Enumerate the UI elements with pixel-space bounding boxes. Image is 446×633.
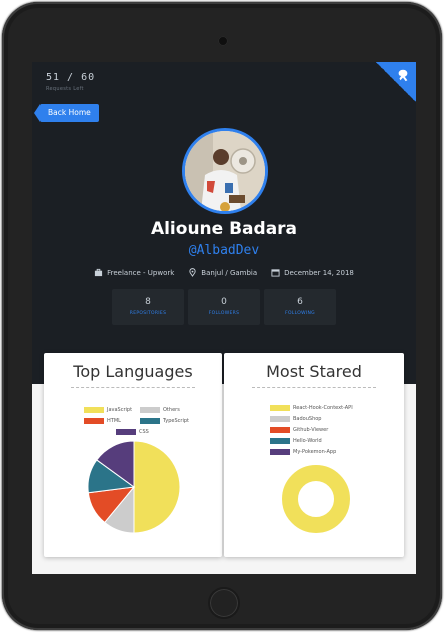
stats-row: 8 REPOSITORIES 0 FOLLOWERS 6 FOLLOWING <box>32 289 416 325</box>
languages-pie-chart <box>87 440 181 534</box>
legend-item[interactable]: CSS <box>116 429 149 435</box>
legend-swatch <box>140 418 160 424</box>
legend-swatch <box>270 438 290 444</box>
legend-label: Github-Viewer <box>293 427 329 433</box>
stat-followers: 0 FOLLOWERS <box>188 289 260 325</box>
chart-slice[interactable] <box>282 465 350 533</box>
stat-value: 8 <box>145 297 151 307</box>
meta-joined-text: December 14, 2018 <box>284 268 354 277</box>
legend-item[interactable]: React-Hook-Context-API <box>270 405 353 411</box>
chart-legend: React-Hook-Context-API BadouShop Github-Vi… <box>224 403 404 463</box>
legend-label: Others <box>163 407 180 413</box>
legend-label: React-Hook-Context-API <box>293 405 353 411</box>
calendar-icon <box>271 269 280 277</box>
rate-limit-label: Requests Left <box>46 86 84 92</box>
profile-handle[interactable]: @AlbadDev <box>32 243 416 258</box>
profile-name: Alioune Badara <box>150 219 298 239</box>
legend-item[interactable]: Hello-World <box>270 438 322 444</box>
legend-label: HTML <box>107 418 121 424</box>
stat-value: 6 <box>297 297 303 307</box>
screen: 51 / 60 Requests Left Back Home Alioune … <box>32 62 416 574</box>
most-stared-card: Most Stared React-Hook-Context-API BadouS… <box>224 353 404 557</box>
legend-swatch <box>84 418 104 424</box>
legend-label: Hello-World <box>293 438 322 444</box>
chart-title: Top Languages <box>73 362 193 381</box>
meta-location-text: Banjul / Gambia <box>201 268 258 277</box>
profile-meta: Freelance - Upwork Banjul / Gambia Decem… <box>32 268 416 277</box>
top-languages-card: Top Languages JavaScript Others HTML TypeSc… <box>44 353 222 557</box>
meta-company-text: Freelance - Upwork <box>107 268 175 277</box>
legend-label: JavaScript <box>107 407 133 413</box>
avatar <box>182 128 268 214</box>
meta-location: Banjul / Gambia <box>188 268 257 277</box>
legend-item[interactable]: My-Pokemon-App <box>270 449 336 455</box>
stat-following: 6 FOLLOWING <box>264 289 336 325</box>
legend-label: My-Pokemon-App <box>293 449 337 455</box>
meta-joined: December 14, 2018 <box>271 268 354 277</box>
legend-item[interactable]: TypeScript <box>140 418 189 424</box>
meta-company: Freelance - Upwork <box>94 268 174 277</box>
tablet-frame: 51 / 60 Requests Left Back Home Alioune … <box>2 2 442 630</box>
stat-repositories: 8 REPOSITORIES <box>112 289 184 325</box>
divider <box>71 387 195 388</box>
briefcase-icon <box>95 268 103 277</box>
legend-label: BadouShop <box>293 416 322 422</box>
stat-label: REPOSITORIES <box>129 311 167 316</box>
map-pin-icon <box>189 268 196 277</box>
rate-limit: 51 / 60 Requests Left <box>46 72 95 92</box>
legend-swatch <box>84 407 104 413</box>
back-home-button[interactable]: Back Home <box>34 104 99 122</box>
stat-label: FOLLOWING <box>285 311 315 316</box>
camera-icon <box>218 36 228 46</box>
legend-swatch <box>270 427 290 433</box>
legend-item[interactable]: Github-Viewer <box>270 427 328 433</box>
rate-limit-count: 51 / 60 <box>46 72 96 83</box>
chart-title: Most Stared <box>266 362 362 381</box>
legend-item[interactable]: BadouShop <box>270 416 321 422</box>
profile-header: 51 / 60 Requests Left Back Home Alioune … <box>32 62 416 384</box>
legend-item[interactable]: JavaScript <box>84 407 132 413</box>
legend-item[interactable]: HTML <box>84 418 121 424</box>
github-octocat-icon <box>398 69 408 82</box>
legend-swatch <box>140 407 160 413</box>
github-corner-link[interactable] <box>376 62 416 102</box>
legend-swatch <box>270 449 290 455</box>
legend-label: TypeScript <box>163 418 189 424</box>
avatar-photo <box>185 131 265 211</box>
legend-label: CSS <box>139 429 149 435</box>
legend-swatch <box>270 416 290 422</box>
stat-label: FOLLOWERS <box>208 311 240 316</box>
legend-swatch <box>116 429 136 435</box>
legend-swatch <box>270 405 290 411</box>
chart-legend: JavaScript Others HTML TypeScript CSS <box>44 403 222 439</box>
home-button[interactable] <box>208 587 240 619</box>
divider <box>252 387 376 388</box>
chart-slice[interactable] <box>133 440 181 534</box>
legend-item[interactable]: Others <box>140 407 180 413</box>
stars-doughnut-chart <box>282 465 350 533</box>
stat-value: 0 <box>221 297 227 307</box>
